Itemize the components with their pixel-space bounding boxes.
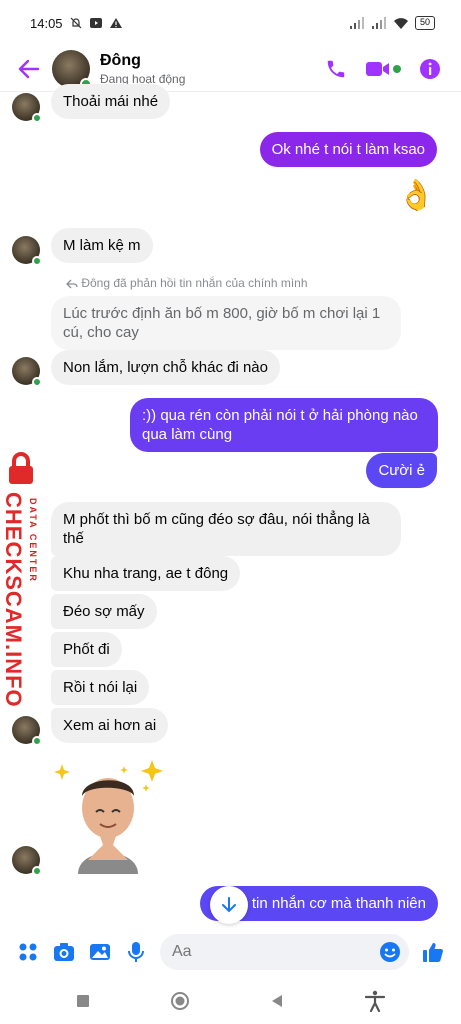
message-input-wrapper bbox=[160, 934, 409, 970]
battery-level: 50 bbox=[414, 16, 435, 30]
composer-bar bbox=[0, 926, 461, 978]
youtube-icon bbox=[89, 18, 102, 28]
microphone-icon bbox=[128, 942, 144, 962]
home-icon[interactable] bbox=[170, 991, 190, 1011]
grid-dots-icon bbox=[19, 943, 37, 961]
thumbs-up-icon bbox=[423, 943, 443, 962]
sender-avatar[interactable] bbox=[12, 236, 42, 266]
back-button[interactable] bbox=[6, 46, 52, 92]
message-incoming[interactable]: M làm kệ m bbox=[51, 228, 153, 263]
camera-icon bbox=[54, 943, 74, 961]
sender-avatar[interactable] bbox=[12, 93, 42, 123]
ok-hand-emoji[interactable]: 👌 bbox=[398, 178, 435, 213]
mute-bell-icon bbox=[70, 17, 81, 29]
online-indicator bbox=[32, 736, 42, 746]
arrow-down-icon bbox=[222, 897, 236, 913]
message-incoming[interactable]: M phốt thì bố m cũng đéo sợ đâu, nói thẳ… bbox=[51, 502, 401, 556]
sticker-image bbox=[54, 760, 163, 874]
message-incoming[interactable]: Khu nha trang, ae t đông bbox=[51, 556, 241, 591]
camera-button[interactable] bbox=[46, 932, 82, 972]
signal-icon-2 bbox=[371, 17, 386, 29]
message-input[interactable] bbox=[172, 943, 379, 961]
recent-apps-icon[interactable] bbox=[76, 994, 90, 1008]
warning-icon bbox=[109, 18, 122, 28]
system-nav-bar bbox=[0, 978, 461, 1024]
watermark: CHECKSCAM.INFO DATA CENTER bbox=[0, 452, 52, 708]
video-call-button[interactable] bbox=[365, 59, 401, 79]
contact-info[interactable]: Đông Đang hoạt động bbox=[100, 52, 185, 86]
reply-label-text: Đông đã phản hồi tin nhắn của chính mình bbox=[81, 276, 308, 290]
emoji-icon[interactable] bbox=[379, 941, 401, 963]
back-nav-icon[interactable] bbox=[270, 994, 284, 1008]
more-actions-button[interactable] bbox=[10, 932, 46, 972]
praying-avatar-sticker[interactable] bbox=[52, 756, 168, 874]
message-incoming[interactable]: Thoải mái nhé bbox=[51, 84, 171, 119]
voice-button[interactable] bbox=[118, 932, 154, 972]
status-time: 14:05 bbox=[30, 15, 63, 31]
message-outgoing[interactable]: Ok nhé t nói t làm ksao bbox=[259, 132, 437, 167]
message-incoming[interactable]: Rồi t nói lại bbox=[51, 670, 150, 705]
video-camera-icon bbox=[366, 61, 389, 76]
online-indicator bbox=[32, 113, 42, 123]
wifi-icon bbox=[393, 18, 408, 29]
sender-avatar[interactable] bbox=[12, 357, 42, 387]
message-incoming[interactable]: Non lắm, lượn chỗ khác đi nào bbox=[51, 350, 280, 385]
online-indicator bbox=[32, 256, 42, 266]
watermark-subtext: DATA CENTER bbox=[28, 498, 38, 583]
message-incoming[interactable]: Phốt đi bbox=[51, 632, 122, 667]
message-outgoing[interactable]: Cười ẻ bbox=[366, 453, 437, 488]
message-incoming[interactable]: Xem ai hơn ai bbox=[51, 708, 169, 743]
contact-name: Đông bbox=[100, 51, 141, 69]
phone-icon[interactable] bbox=[325, 58, 347, 80]
message-outgoing[interactable]: :)) qua rén còn phải nói t ở hải phòng n… bbox=[130, 398, 438, 452]
status-bar: 14:05 50 bbox=[0, 0, 461, 46]
reply-arrow-icon bbox=[66, 279, 78, 289]
gallery-button[interactable] bbox=[82, 932, 118, 972]
image-icon bbox=[90, 944, 110, 960]
message-incoming[interactable]: Đéo sợ mấy bbox=[51, 594, 157, 629]
signal-icon bbox=[349, 17, 364, 29]
video-active-dot bbox=[393, 64, 401, 73]
sender-avatar[interactable] bbox=[12, 846, 42, 876]
replied-message[interactable]: Lúc trước định ăn bố m 800, giờ bố m chơ… bbox=[51, 296, 401, 350]
reply-label: Đông đã phản hồi tin nhắn của chính mình bbox=[66, 276, 308, 290]
online-indicator bbox=[32, 377, 42, 387]
scroll-to-bottom-button[interactable] bbox=[210, 886, 248, 924]
like-button[interactable] bbox=[415, 932, 451, 972]
accessibility-icon[interactable] bbox=[364, 990, 386, 1012]
info-icon[interactable] bbox=[419, 58, 441, 80]
watermark-text: CHECKSCAM.INFO bbox=[1, 492, 26, 708]
arrow-left-icon bbox=[18, 59, 40, 78]
online-indicator bbox=[32, 866, 42, 876]
lock-icon bbox=[9, 452, 33, 484]
sender-avatar[interactable] bbox=[12, 716, 42, 746]
contact-avatar[interactable] bbox=[52, 49, 92, 90]
